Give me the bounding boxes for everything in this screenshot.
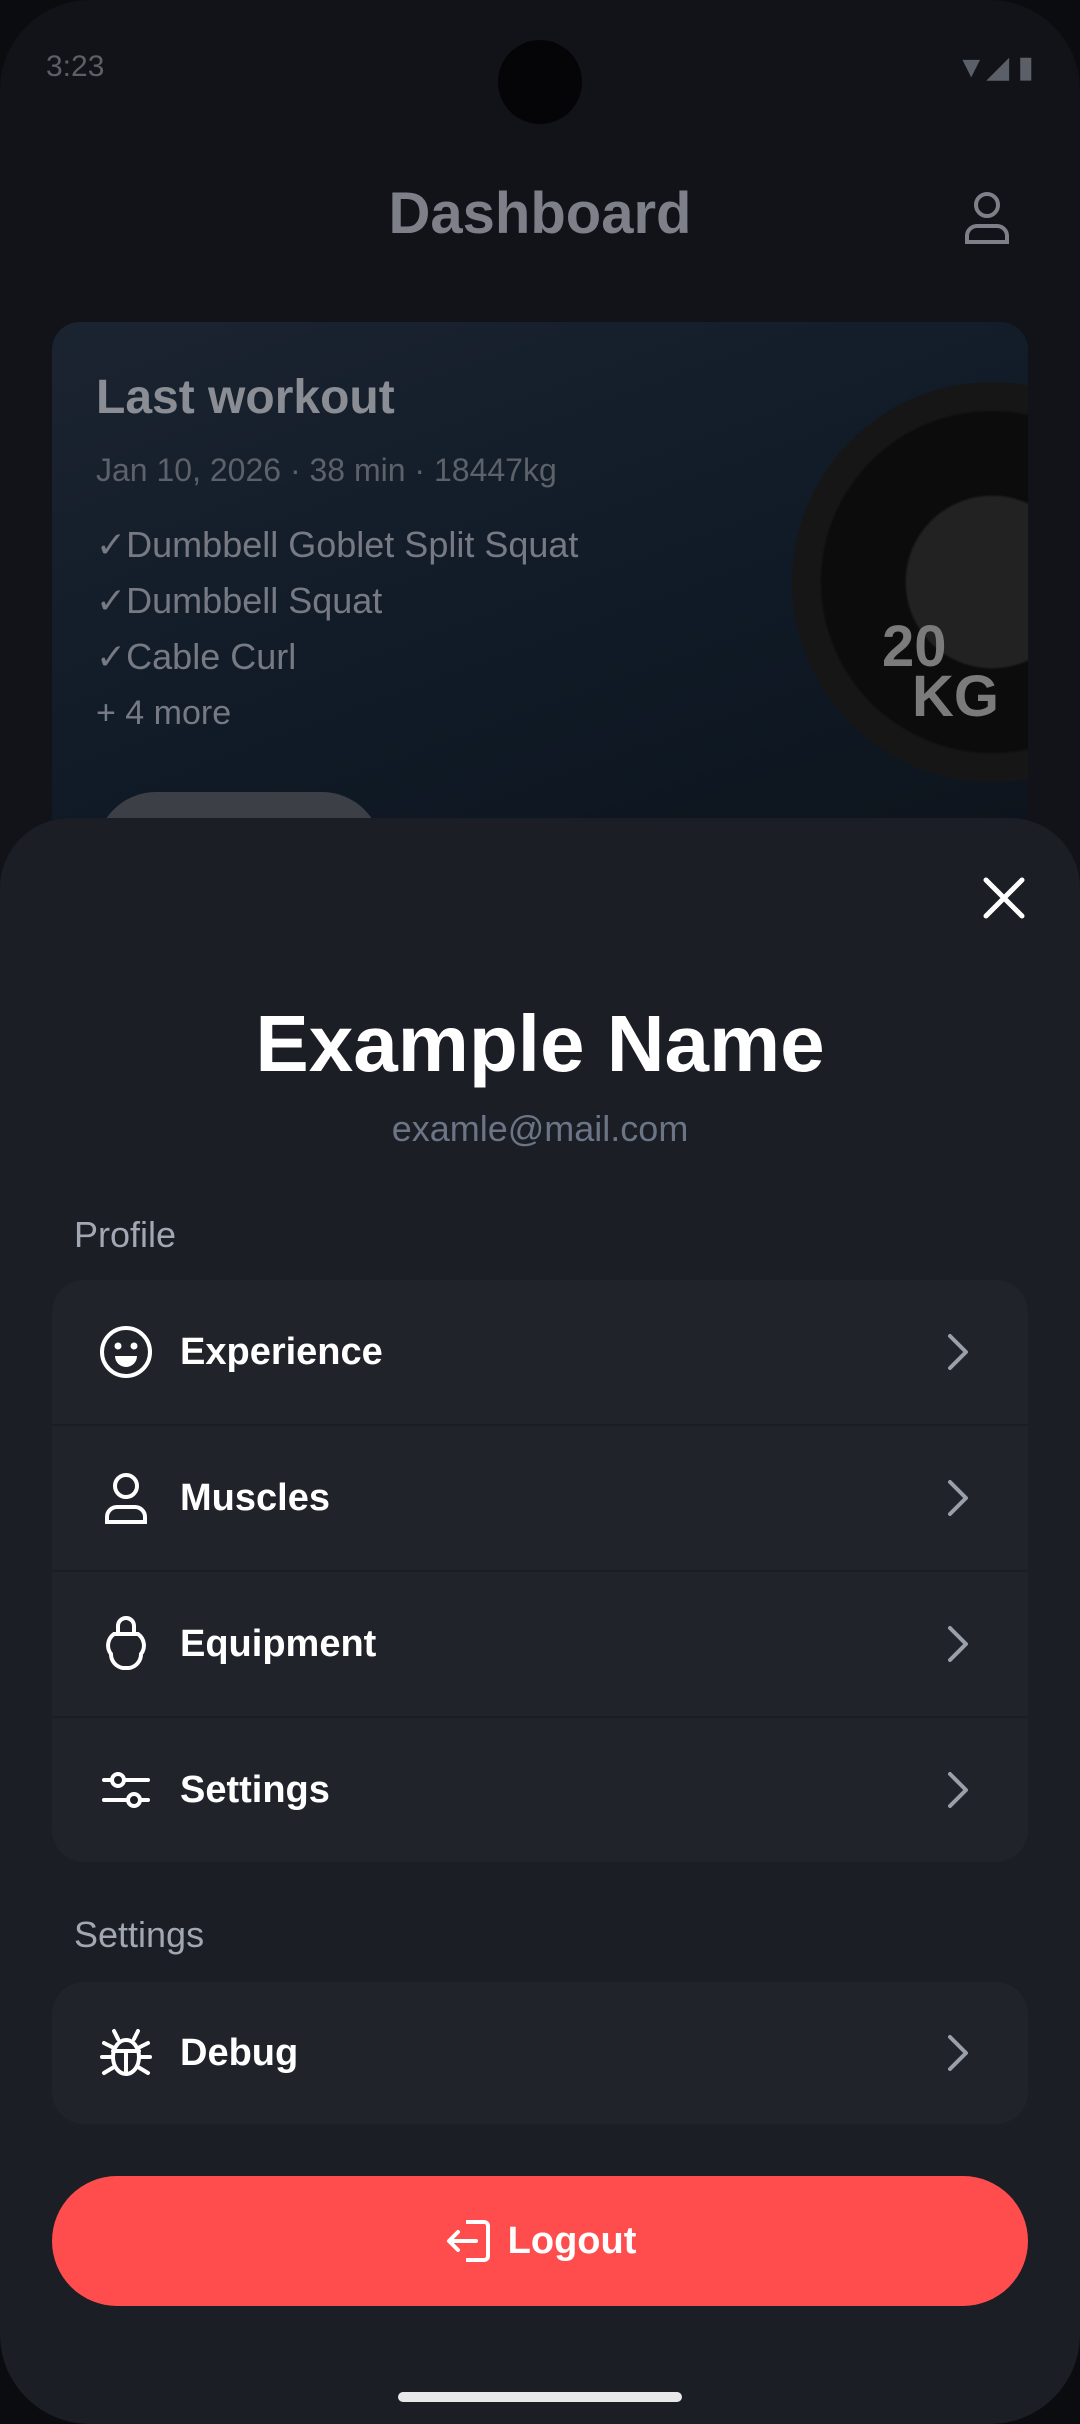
logout-button[interactable]: Logout <box>52 2176 1028 2306</box>
page-title: Dashboard <box>388 181 692 246</box>
equipment-row[interactable]: Equipment <box>52 1572 1028 1718</box>
kettlebell-icon <box>98 1616 154 1672</box>
logout-label: Logout <box>507 2219 637 2262</box>
profile-section-label: Profile <box>74 1214 177 1255</box>
last-workout-card[interactable]: Last workout Jan 10, 2026 · 38 min · 184… <box>52 322 1028 842</box>
chevron-right-icon <box>948 1772 968 1808</box>
smiley-icon <box>98 1324 154 1380</box>
card-title: Last workout <box>96 371 395 424</box>
chevron-right-icon <box>948 2035 968 2071</box>
settings-section-label: Settings <box>74 1914 205 1955</box>
weight-plate-image: 20 KG <box>792 382 1028 782</box>
more-exercises: + 4 more <box>96 694 232 732</box>
screen: 3:23 ▼◢ ▮ Dashboard Last workout Jan 10,… <box>0 0 1080 2424</box>
settings-row[interactable]: Settings <box>52 1718 1028 1862</box>
camera-cutout <box>498 40 582 124</box>
exercise-item: ✓Dumbbell Goblet Split Squat <box>96 524 579 565</box>
settings-group: Debug <box>52 1982 1028 2124</box>
plate-label: 20 KG <box>882 618 999 726</box>
plate-unit: KG <box>912 664 999 729</box>
chevron-right-icon <box>948 1480 968 1516</box>
muscles-row[interactable]: Muscles <box>52 1426 1028 1572</box>
home-indicator[interactable] <box>398 2392 682 2402</box>
profile-icon[interactable] <box>962 190 1012 246</box>
debug-label: Debug <box>180 2031 299 2074</box>
exercise-item: ✓Dumbbell Squat <box>96 580 383 621</box>
status-icons: ▼◢ ▮ <box>956 51 1034 84</box>
close-icon[interactable] <box>974 868 1034 928</box>
equipment-label: Equipment <box>180 1622 377 1665</box>
card-meta: Jan 10, 2026 · 38 min · 18447kg <box>96 452 557 488</box>
exercise-item: ✓Cable Curl <box>96 636 297 677</box>
sliders-icon <box>98 1762 154 1818</box>
experience-row[interactable]: Experience <box>52 1280 1028 1426</box>
chevron-right-icon <box>948 1334 968 1370</box>
settings-label: Settings <box>180 1768 330 1811</box>
bug-icon <box>98 2025 154 2081</box>
chevron-right-icon <box>948 1626 968 1662</box>
user-name: Example Name <box>255 999 825 1088</box>
experience-label: Experience <box>180 1330 383 1373</box>
profile-group: Experience Muscles Equipment Settings <box>52 1280 1028 1862</box>
status-time: 3:23 <box>46 50 105 83</box>
logout-icon <box>446 2220 490 2262</box>
debug-row[interactable]: Debug <box>52 1982 1028 2124</box>
person-icon <box>98 1470 154 1526</box>
muscles-label: Muscles <box>180 1476 330 1519</box>
user-email: examle@mail.com <box>391 1108 689 1149</box>
profile-sheet: Example Name examle@mail.com Profile Exp… <box>0 818 1080 2424</box>
